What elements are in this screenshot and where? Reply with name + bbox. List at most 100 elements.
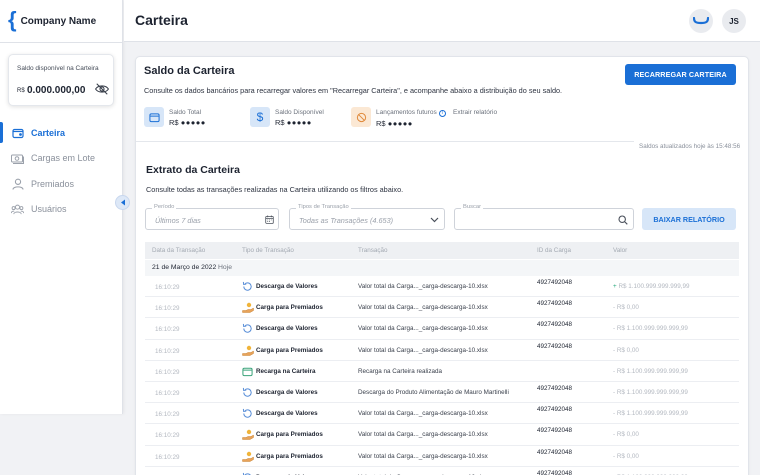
table-header: Data da Transação Tipo de Transação Tran… xyxy=(145,242,739,259)
transaction-amount: + R$ 1.100.999.999.999,99 xyxy=(613,283,690,290)
stat-saldo-disponivel: $ Saldo Disponível R$ ●●●●● xyxy=(250,107,324,131)
divider xyxy=(136,141,634,142)
transaction-type-select[interactable]: Tipos de Transação Todas as Transações (… xyxy=(289,204,445,230)
sidebar-item-label: Carteira xyxy=(31,127,66,138)
stat-saldo-total: Saldo Total R$ ●●●●● xyxy=(144,107,206,131)
load-id: 4927492048 xyxy=(537,384,573,392)
transaction-amount: - R$ 0,00 xyxy=(613,304,639,311)
chevron-down-icon xyxy=(429,214,440,225)
sidebar-item-premiados[interactable]: Premiados xyxy=(0,171,123,197)
money-icon xyxy=(11,152,24,165)
download-report-button[interactable]: BAIXAR RELATÓRIO xyxy=(642,208,736,230)
transaction-time: 16:10:29 xyxy=(155,347,180,355)
refresh-icon xyxy=(242,387,253,398)
transaction-type: Carga para Premiados xyxy=(256,431,323,439)
refresh-icon xyxy=(242,281,253,292)
stat-masked-value: ●●●●● xyxy=(180,118,206,127)
chevron-left-icon xyxy=(120,199,125,206)
sidebar-item-label: Usuários xyxy=(31,204,67,215)
table-row[interactable]: 16:10:29 Carga para Premiados Valor total … xyxy=(145,297,739,319)
amount-value: - R$ 0,00 xyxy=(613,346,639,354)
transaction-time: 16:10:29 xyxy=(155,368,180,376)
transaction-type: Descarga de Valores xyxy=(256,410,318,418)
transaction-description: Valor total da Carga..._carga-descarga-1… xyxy=(358,410,488,418)
logo-brace-icon: { xyxy=(8,7,17,32)
amount-value: - R$ 0,00 xyxy=(613,431,639,439)
table-row[interactable]: 16:10:29 Carga para Premiados Valor total … xyxy=(145,340,739,361)
transaction-amount: - R$ 0,00 xyxy=(613,453,639,460)
table-row[interactable]: 16:10:29 Carga para Premiados Valor total … xyxy=(145,424,739,446)
period-field[interactable]: Período Últimos 7 dias xyxy=(145,204,279,230)
wallet-icon xyxy=(242,366,253,377)
transaction-amount: - R$ 1.100.999.999.999,99 xyxy=(613,368,688,375)
header-brand-button[interactable] xyxy=(689,9,713,33)
balances-updated-text: Saldos atualizados hoje às 15:48:56 xyxy=(639,143,741,150)
user-avatar[interactable]: JS xyxy=(722,9,746,33)
recharge-wallet-button[interactable]: RECARREGAR CARTEIRA xyxy=(625,64,736,85)
stat-masked-value: ●●●●● xyxy=(286,118,312,127)
load-id: 4927492048 xyxy=(537,342,573,350)
balance-currency: R$ xyxy=(17,88,25,94)
user-icon xyxy=(11,177,24,190)
sidebar-item-label: Cargas em Lote xyxy=(31,153,96,164)
table-row[interactable]: 16:10:29 Recarga na Carteira Recarga na Ca… xyxy=(145,361,739,382)
load-id: 4927492048 xyxy=(537,300,573,308)
sidebar-divider xyxy=(0,42,123,43)
extract-report-link[interactable]: Extrair relatório xyxy=(453,109,497,116)
brand-mark-icon xyxy=(693,17,709,25)
amount-value: - R$ 1.100.999.999.999,99 xyxy=(613,410,688,418)
transaction-description: Valor total da Carga..._carga-descarga-1… xyxy=(358,304,488,312)
stat-label: Saldo Disponível xyxy=(275,109,324,116)
info-icon[interactable]: i xyxy=(438,109,446,117)
table-row[interactable]: 16:10:29Descarga de ValoresValor total d… xyxy=(145,403,739,425)
table-row[interactable]: 16:10:29Descarga de ValoresValor total d… xyxy=(145,318,739,340)
transaction-amount: - R$ 0,00 xyxy=(613,431,639,438)
transaction-type: Carga para Premiados xyxy=(256,304,323,312)
hand-coin-icon xyxy=(242,451,254,462)
amount-value: R$ 1.100.999.999.999,99 xyxy=(618,283,690,290)
refresh-icon xyxy=(242,323,253,334)
table-row[interactable]: 16:10:29 Descarga de Valores Descarga do P… xyxy=(145,382,739,404)
sidebar-collapse-button[interactable] xyxy=(115,195,130,210)
transaction-type: Descarga de Valores xyxy=(256,388,318,396)
load-id: 4927492048 xyxy=(537,321,573,329)
eye-off-icon[interactable] xyxy=(95,83,109,95)
amount-value: - R$ 1.100.999.999.999,99 xyxy=(613,325,688,333)
stat-label: Saldo Total xyxy=(169,109,202,116)
transaction-description: Valor total da Carga..._carga-descarga-1… xyxy=(358,452,488,460)
stat-currency: R$ xyxy=(275,118,285,127)
sidebar-item-usuarios[interactable]: Usuários xyxy=(0,197,123,223)
transaction-time: 16:10:29 xyxy=(155,284,180,291)
sidebar-item-cargas-em-lote[interactable]: Cargas em Lote xyxy=(0,146,123,172)
load-id: 4927492048 xyxy=(537,469,573,475)
company-logo[interactable]: { Company Name xyxy=(8,7,96,32)
table-row[interactable]: 16:10:29Descarga de ValoresValor total d… xyxy=(145,467,739,475)
transaction-time: 16:10:29 xyxy=(155,305,180,313)
column-header: Data da Transação xyxy=(152,247,206,254)
table-row[interactable]: 16:10:29 Carga para Premiados Valor total … xyxy=(145,446,739,467)
column-header: Transação xyxy=(358,247,388,254)
column-header: Tipo de Transação xyxy=(242,247,294,254)
wallet-title: Saldo da Carteira xyxy=(144,65,235,77)
stat-label: Lançamentos futuros xyxy=(376,109,437,116)
search-icon[interactable] xyxy=(617,214,628,225)
transactions-table: 16:10:29 Descarga de Valores Valor total d… xyxy=(145,276,739,475)
sidebar-nav: Carteira Cargas em Lote Premiados Usuári… xyxy=(0,120,123,222)
search-input[interactable]: Buscar xyxy=(454,204,634,230)
transaction-type: Descarga de Valores xyxy=(256,283,318,290)
date-group-row: 21 de Março de 2022 Hoje xyxy=(145,260,739,276)
amount-value: - R$ 1.100.999.999.999,99 xyxy=(613,388,688,396)
column-header: Valor xyxy=(613,247,628,254)
transaction-time: 16:10:29 xyxy=(155,432,180,440)
balance-label: Saldo disponível na Carteira xyxy=(17,65,99,72)
transaction-description: Valor total da Carga..._carga-descarga-1… xyxy=(358,283,488,290)
stat-currency: R$ xyxy=(376,118,386,128)
table-row[interactable]: 16:10:29 Descarga de Valores Valor total d… xyxy=(145,276,739,298)
date-group-date: 21 de Março de 2022 xyxy=(152,264,217,271)
stat-lancamentos-futuros: Lançamentos futuros i R$ ●●●●● xyxy=(351,107,446,131)
sidebar-item-carteira[interactable]: Carteira xyxy=(0,120,123,146)
stat-currency: R$ xyxy=(169,118,179,127)
transaction-description: Descarga do Produto Alimentação de Mauro… xyxy=(358,388,509,396)
calendar-icon xyxy=(264,214,275,225)
wallet-description: Consulte os dados bancários para recarre… xyxy=(144,86,563,95)
